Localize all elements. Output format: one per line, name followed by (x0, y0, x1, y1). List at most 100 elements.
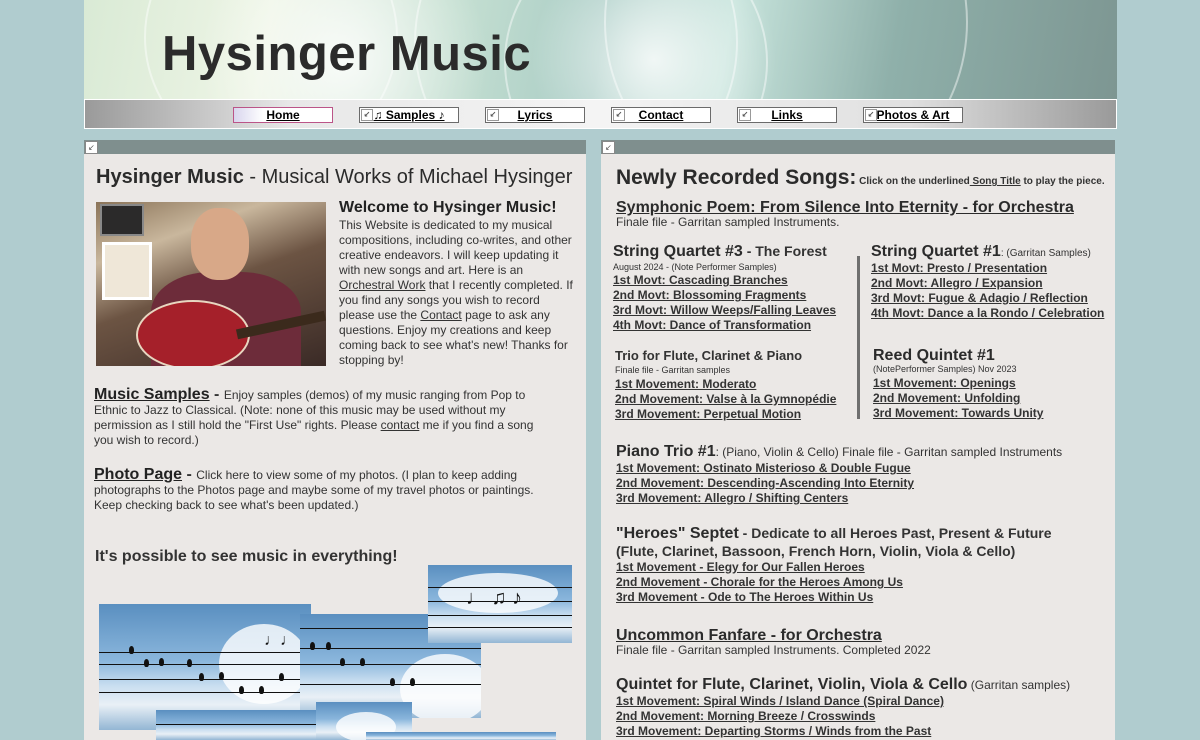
heroes-instruments: (Flute, Clarinet, Bassoon, French Horn, … (616, 543, 1016, 559)
link-arrow-icon: ↙ (865, 109, 877, 121)
sq1-movement-1[interactable]: 1st Movt: Presto / Presentation (871, 261, 1115, 276)
sq3-movement-4[interactable]: 4th Movt: Dance of Transformation (613, 318, 853, 333)
contact-link[interactable]: Contact (420, 308, 461, 322)
nav-lyrics-label: Lyrics (517, 108, 553, 122)
quintet-flute-clarinet: Quintet for Flute, Clarinet, Violin, Vio… (616, 677, 1111, 739)
trio-title: Trio for Flute, Clarinet & Piano (615, 348, 803, 363)
reed-title: Reed Quintet #1 (873, 347, 995, 364)
newly-recorded-heading: Newly Recorded Songs: (616, 166, 857, 189)
left-heading: Hysinger Music - Musical Works of Michae… (96, 166, 572, 189)
sq3-movement-3[interactable]: 3rd Movt: Willow Weeps/Falling Leaves (613, 303, 853, 318)
column-divider (857, 256, 860, 419)
trio-movement-1[interactable]: 1st Movement: Moderato (615, 377, 855, 392)
sq3-subtitle: - The Forest (742, 243, 827, 259)
string-quartet-1: String Quartet #1: (Garritan Samples) 1s… (871, 244, 1115, 321)
music-samples-section: Music Samples - Enjoy samples (demos) of… (94, 387, 544, 448)
quintet-title: Quintet for Flute, Clarinet, Violin, Vio… (616, 676, 968, 693)
reed-movement-3[interactable]: 3rd Movement: Towards Unity (873, 406, 1113, 421)
fanfare-note: Finale file - Garritan sampled Instrumen… (616, 643, 931, 657)
left-heading-rest: - Musical Works of Michael Hysinger (243, 166, 573, 188)
nav-links-label: Links (771, 108, 803, 122)
welcome-text-1: This Website is dedicated to my musical … (339, 218, 572, 277)
music-everything-heading: It's possible to see music in everything… (95, 548, 398, 565)
link-arrow-icon: ↙ (613, 109, 625, 121)
music-samples-dash: - (209, 386, 224, 403)
link-arrow-icon: ↙ (361, 109, 373, 121)
symphonic-poem-note: Finale file - Garritan sampled Instrumen… (616, 215, 840, 229)
photo-page-dash: - (182, 466, 197, 483)
nav-home[interactable]: Home (233, 107, 333, 123)
sq1-movement-4[interactable]: 4th Movt: Dance a la Rondo / Celebration (871, 306, 1115, 321)
reed-quintet-1: Reed Quintet #1 (NotePerformer Samples) … (873, 348, 1113, 421)
sq3-movement-2[interactable]: 2nd Movt: Blossoming Fragments (613, 288, 853, 303)
nav-contact-label: Contact (638, 108, 684, 122)
page: Hysinger Music Home ↙ ♫ Samples ♪ ↙ Lyrics… (84, 0, 1117, 740)
sq1-movement-2[interactable]: 2nd Movt: Allegro / Expansion (871, 276, 1115, 291)
fanfare-link[interactable]: Uncommon Fanfare - for Orchestra (616, 628, 1111, 644)
quintet-movement-3[interactable]: 3rd Movement: Departing Storms / Winds f… (616, 724, 1111, 739)
left-column-header: ↙ (84, 140, 586, 154)
trio-note: Finale file - Garritan samples (615, 365, 731, 375)
nav-home-label: Home (266, 108, 300, 122)
symphonic-poem: Symphonic Poem: From Silence Into Eterni… (616, 200, 1106, 230)
nav-photos-label: Photos & Art (876, 108, 950, 122)
piano-trio-movement-1[interactable]: 1st Movement: Ostinato Misterioso & Doub… (616, 461, 1111, 476)
nav-bar: Home ↙ ♫ Samples ♪ ↙ Lyrics ↙ Contact ↙ Link… (84, 99, 1117, 129)
right-column-header: ↙ (601, 140, 1115, 154)
photo-page-section: Photo Page - Click here to view some of … (94, 467, 544, 513)
link-arrow-icon[interactable]: ↙ (602, 141, 615, 154)
quintet-movement-2[interactable]: 2nd Movement: Morning Breeze / Crosswind… (616, 709, 1111, 724)
symphonic-poem-link[interactable]: Symphonic Poem: From Silence Into Eterni… (616, 200, 1106, 216)
reed-note: (NotePerformer Samples) Nov 2023 (873, 364, 1017, 374)
link-arrow-icon[interactable]: ↙ (85, 141, 98, 154)
samples-contact-link[interactable]: contact (381, 418, 420, 432)
instruction-text-2: to play the piece. (1020, 176, 1105, 187)
reed-movement-2[interactable]: 2nd Movement: Unfolding (873, 391, 1113, 406)
trio-movement-2[interactable]: 2nd Movement: Valse à la Gymnopédie (615, 392, 855, 407)
sq3-title: String Quartet #3 (613, 243, 743, 260)
left-heading-bold: Hysinger Music (96, 166, 244, 188)
right-heading: Newly Recorded Songs: Click on the under… (616, 166, 1105, 190)
instruction-text-1: Click on the underlined (856, 176, 970, 187)
piano-trio-note: : (Piano, Violin & Cello) Finale file - … (715, 445, 1063, 459)
sq1-movement-3[interactable]: 3rd Movt: Fugue & Adagio / Reflection (871, 291, 1115, 306)
right-column: ↙ Newly Recorded Songs: Click on the und… (601, 140, 1115, 740)
site-title: Hysinger Music (162, 27, 532, 81)
nav-samples[interactable]: ↙ ♫ Samples ♪ (359, 107, 459, 123)
sky-photo-5 (366, 732, 556, 740)
piano-trio-movement-3[interactable]: 3rd Movement: Allegro / Shifting Centers (616, 491, 1111, 506)
sq1-title: String Quartet #1 (871, 243, 1001, 260)
heroes-subtitle: - Dedicate to all Heroes Past, Present &… (738, 525, 1052, 541)
music-samples-link[interactable]: Music Samples (94, 386, 210, 403)
heroes-septet: "Heroes" Septet - Dedicate to all Heroes… (616, 526, 1111, 605)
sq3-movement-1[interactable]: 1st Movt: Cascading Branches (613, 273, 853, 288)
welcome-title: Welcome to Hysinger Music! (339, 199, 557, 216)
piano-trio-1: Piano Trio #1: (Piano, Violin & Cello) F… (616, 444, 1111, 506)
photo-page-link[interactable]: Photo Page (94, 466, 182, 483)
orchestral-work-link[interactable]: Orchestral Work (339, 278, 425, 292)
heroes-movement-1[interactable]: 1st Movement - Elegy for Our Fallen Hero… (616, 560, 1111, 575)
reed-movement-1[interactable]: 1st Movement: Openings (873, 376, 1113, 391)
nav-photos[interactable]: ↙ Photos & Art (863, 107, 963, 123)
uncommon-fanfare: Uncommon Fanfare - for Orchestra Finale … (616, 628, 1111, 658)
trio-movement-3[interactable]: 3rd Movement: Perpetual Motion (615, 407, 855, 422)
quintet-movement-1[interactable]: 1st Movement: Spiral Winds / Island Danc… (616, 694, 1111, 709)
heroes-movement-3[interactable]: 3rd Movement - Ode to The Heroes Within … (616, 590, 1111, 605)
heroes-movement-2[interactable]: 2nd Movement - Chorale for the Heroes Am… (616, 575, 1111, 590)
quintet-note: (Garritan samples) (967, 678, 1071, 692)
nav-contact[interactable]: ↙ Contact (611, 107, 711, 123)
instruction-song-title: Song Title (969, 176, 1021, 187)
welcome-text: This Website is dedicated to my musical … (339, 218, 575, 368)
link-arrow-icon: ↙ (487, 109, 499, 121)
music-notes-sky-photo: ♩ ♫ ♪ (428, 565, 572, 643)
heroes-title: "Heroes" Septet (616, 525, 739, 542)
piano-trio-movement-2[interactable]: 2nd Movement: Descending-Ascending Into … (616, 476, 1111, 491)
sq3-note: August 2024 - (Note Performer Samples) (613, 262, 777, 272)
nav-lyrics[interactable]: ↙ Lyrics (485, 107, 585, 123)
header-banner: Hysinger Music (84, 0, 1117, 99)
link-arrow-icon: ↙ (739, 109, 751, 121)
nav-samples-label: ♫ Samples ♪ (373, 108, 445, 122)
left-column: ↙ Hysinger Music - Musical Works of Mich… (84, 140, 586, 740)
nav-links[interactable]: ↙ Links (737, 107, 837, 123)
portrait-photo (96, 202, 326, 366)
